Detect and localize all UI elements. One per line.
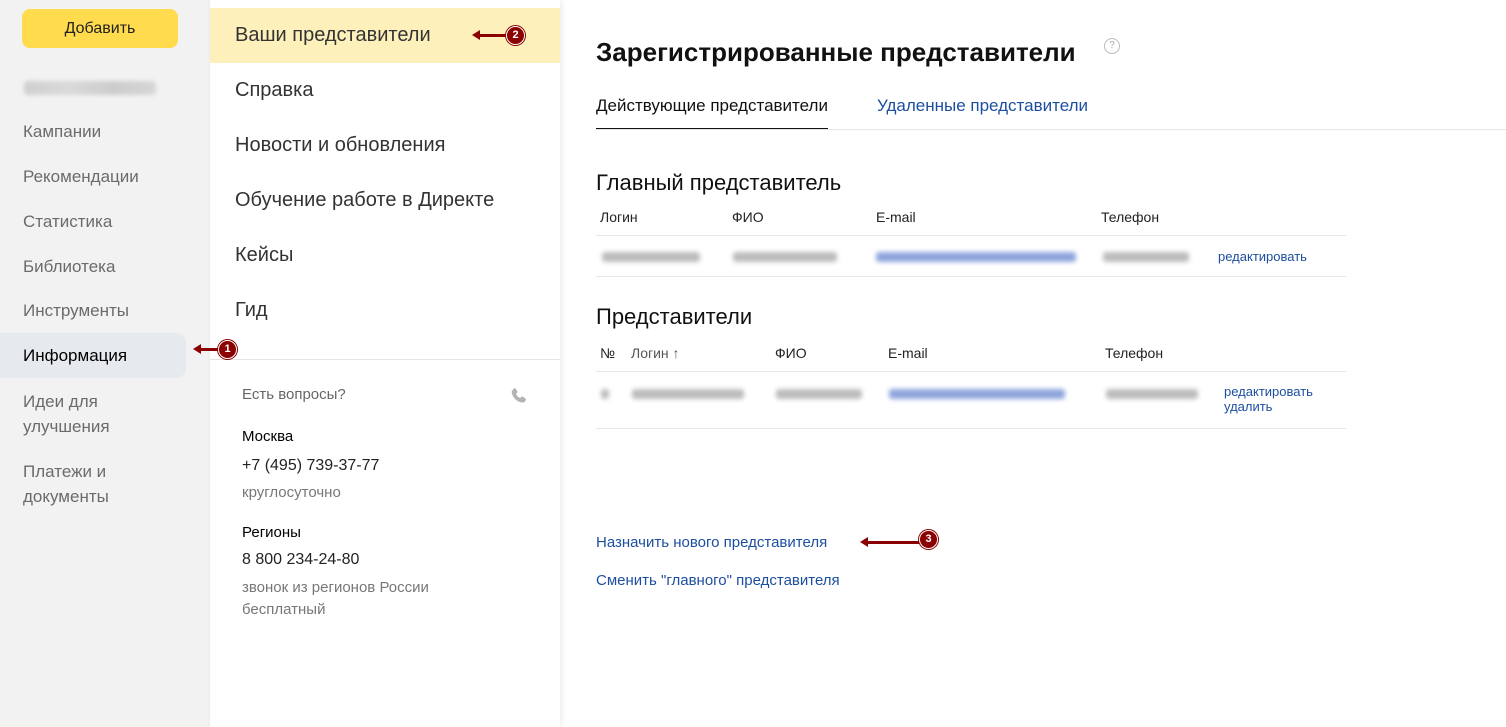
reps-phone-blurred [1106, 389, 1198, 399]
nav-item-payments[interactable]: Платежи и документы [0, 459, 160, 509]
annotation-arrow-3 [860, 537, 920, 547]
chief-login-blurred [602, 252, 700, 262]
nav-item-information[interactable]: Информация [0, 333, 186, 378]
reps-col-number: № [600, 345, 616, 361]
assign-new-representative-link[interactable]: Назначить нового представителя [596, 534, 827, 551]
chief-col-name: ФИО [732, 209, 764, 225]
chief-header-line [596, 235, 1346, 236]
nav-item-library[interactable]: Библиотека [0, 254, 186, 279]
reps-email-blurred [889, 389, 1065, 399]
annotation-marker-1: 1 [218, 340, 237, 359]
phone-icon [511, 388, 526, 403]
change-chief-representative-link[interactable]: Сменить "главного" представителя [596, 572, 840, 589]
contact-question: Есть вопросы? [242, 386, 346, 403]
annotation-arrow-2 [472, 30, 506, 40]
nav-item-recommendations[interactable]: Рекомендации [0, 164, 186, 189]
chief-col-phone: Телефон [1101, 209, 1160, 225]
reps-delete-link[interactable]: удалить [1224, 399, 1272, 414]
contact-moscow-note: круглосуточно [242, 484, 341, 501]
add-button[interactable]: Добавить [22, 9, 178, 48]
reps-edit-link[interactable]: редактировать [1224, 384, 1313, 399]
reps-name-blurred [776, 389, 862, 399]
reps-col-phone: Телефон [1105, 345, 1164, 361]
chief-col-login: Логин [600, 209, 638, 225]
annotation-marker-3: 3 [919, 530, 938, 549]
help-icon[interactable]: ? [1104, 38, 1120, 54]
reps-row-line [596, 428, 1346, 429]
tabs-underline [596, 129, 1506, 130]
menu-item-cases[interactable]: Кейсы [210, 228, 560, 283]
divider [210, 359, 560, 360]
chief-phone-blurred [1103, 252, 1189, 262]
tab-deleted-representatives[interactable]: Удаленные представители [877, 96, 1088, 130]
menu-item-news[interactable]: Новости и обновления [210, 118, 560, 173]
chief-col-email: E-mail [876, 209, 916, 225]
contact-regions-phone: 8 800 234-24-80 [242, 551, 360, 568]
contact-moscow-phone: +7 (495) 739-37-77 [242, 457, 380, 474]
chief-section-title: Главный представитель [596, 170, 842, 195]
page-title: Зарегистрированные представители [596, 37, 1076, 67]
reps-col-login-sort[interactable]: Логин ↑ [631, 345, 680, 361]
chief-email-blurred [876, 252, 1076, 262]
annotation-marker-2: 2 [506, 26, 525, 45]
information-menu-panel: Ваши представители Справка Новости и обн… [210, 0, 560, 727]
left-navigation: Добавить Кампании Рекомендации Статистик… [0, 0, 210, 727]
menu-item-help[interactable]: Справка [210, 63, 560, 118]
reps-section-title: Представители [596, 304, 753, 329]
reps-login-blurred [632, 389, 744, 399]
reps-header-line [596, 371, 1346, 372]
reps-col-name: ФИО [775, 345, 807, 361]
nav-item-tools[interactable]: Инструменты [0, 298, 186, 323]
nav-item-statistics[interactable]: Статистика [0, 209, 186, 234]
contact-regions-note: звонок из регионов России бесплатный [242, 579, 429, 618]
reps-number-blurred [601, 389, 609, 399]
nav-item-ideas[interactable]: Идеи для улучшения [0, 389, 160, 439]
chief-row-line [596, 276, 1346, 277]
tab-active-representatives[interactable]: Действующие представители [596, 96, 828, 130]
contact-regions-city: Регионы [242, 524, 301, 541]
contact-moscow-city: Москва [242, 428, 294, 445]
reps-col-email: E-mail [888, 345, 928, 361]
chief-name-blurred [733, 252, 837, 262]
chief-edit-link[interactable]: редактировать [1218, 249, 1307, 264]
menu-item-guide[interactable]: Гид [210, 283, 560, 338]
account-name-blurred [24, 81, 156, 95]
menu-item-training[interactable]: Обучение работе в Директе [210, 173, 560, 228]
annotation-arrow-1 [193, 344, 219, 354]
nav-item-campaigns[interactable]: Кампании [0, 119, 186, 144]
